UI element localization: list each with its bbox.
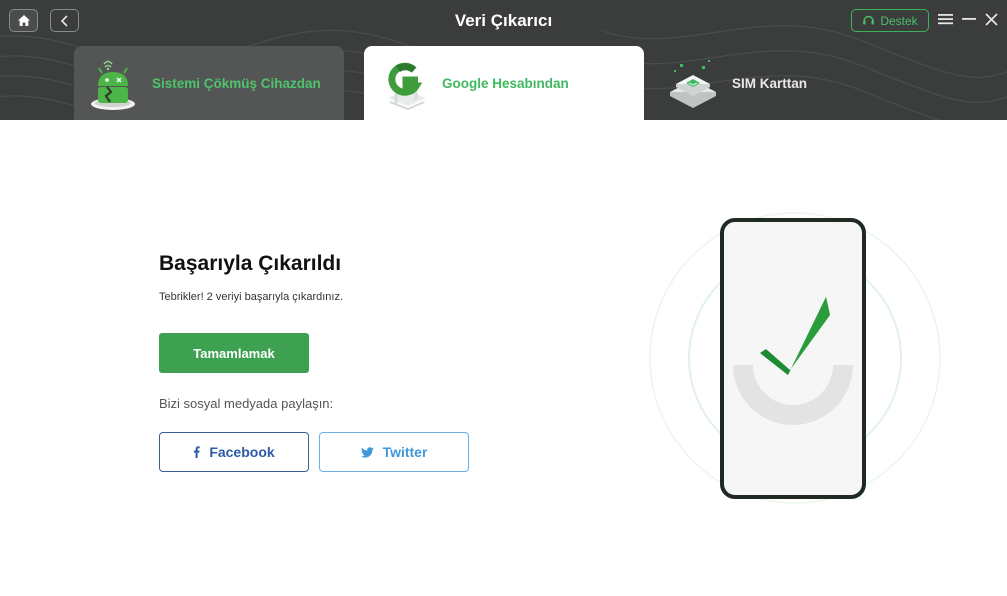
twitter-label: Twitter bbox=[382, 444, 428, 460]
close-icon bbox=[984, 12, 998, 26]
success-message: Tebrikler! 2 veriyi başarıyla çıkardınız… bbox=[159, 291, 344, 303]
google-account-icon bbox=[388, 62, 426, 111]
support-button[interactable]: Destek bbox=[851, 9, 929, 32]
sim-card-icon bbox=[670, 60, 716, 108]
minimize-button[interactable] bbox=[960, 10, 978, 28]
app-window: Veri Çıkarıcı Destek Sistemi Çökmüş Ciha… bbox=[0, 0, 1007, 596]
title-bar: Veri Çıkarıcı Destek Sistemi Çökmüş Ciha… bbox=[0, 0, 1007, 120]
facebook-label: Facebook bbox=[209, 444, 275, 460]
page-title: Başarıyla Çıkarıldı bbox=[159, 252, 342, 275]
menu-button[interactable] bbox=[936, 10, 954, 28]
support-label: Destek bbox=[880, 13, 918, 28]
tab-label: SIM Karttan bbox=[732, 76, 808, 91]
success-phone-illustration bbox=[649, 212, 941, 504]
facebook-share-button[interactable]: Facebook bbox=[159, 432, 309, 472]
share-prompt: Bizi sosyal medyada paylaşın: bbox=[159, 396, 334, 411]
tab-label: Google Hesabından bbox=[442, 76, 569, 91]
tab-sim-card[interactable]: SIM Karttan bbox=[664, 46, 934, 120]
tab-crashed-device[interactable]: Sistemi Çökmüş Cihazdan bbox=[74, 46, 344, 120]
done-button[interactable]: Tamamlamak bbox=[159, 333, 309, 373]
facebook-icon bbox=[194, 446, 201, 458]
twitter-share-button[interactable]: Twitter bbox=[319, 432, 469, 472]
hamburger-menu-icon bbox=[937, 14, 953, 25]
twitter-icon bbox=[360, 446, 374, 458]
minimize-icon bbox=[962, 18, 976, 20]
tab-google-account[interactable]: Google Hesabından bbox=[364, 46, 644, 120]
close-button[interactable] bbox=[982, 10, 1000, 28]
tab-label: Sistemi Çökmüş Cihazdan bbox=[152, 76, 321, 91]
android-robot-icon bbox=[91, 60, 135, 110]
headset-icon bbox=[863, 15, 875, 25]
